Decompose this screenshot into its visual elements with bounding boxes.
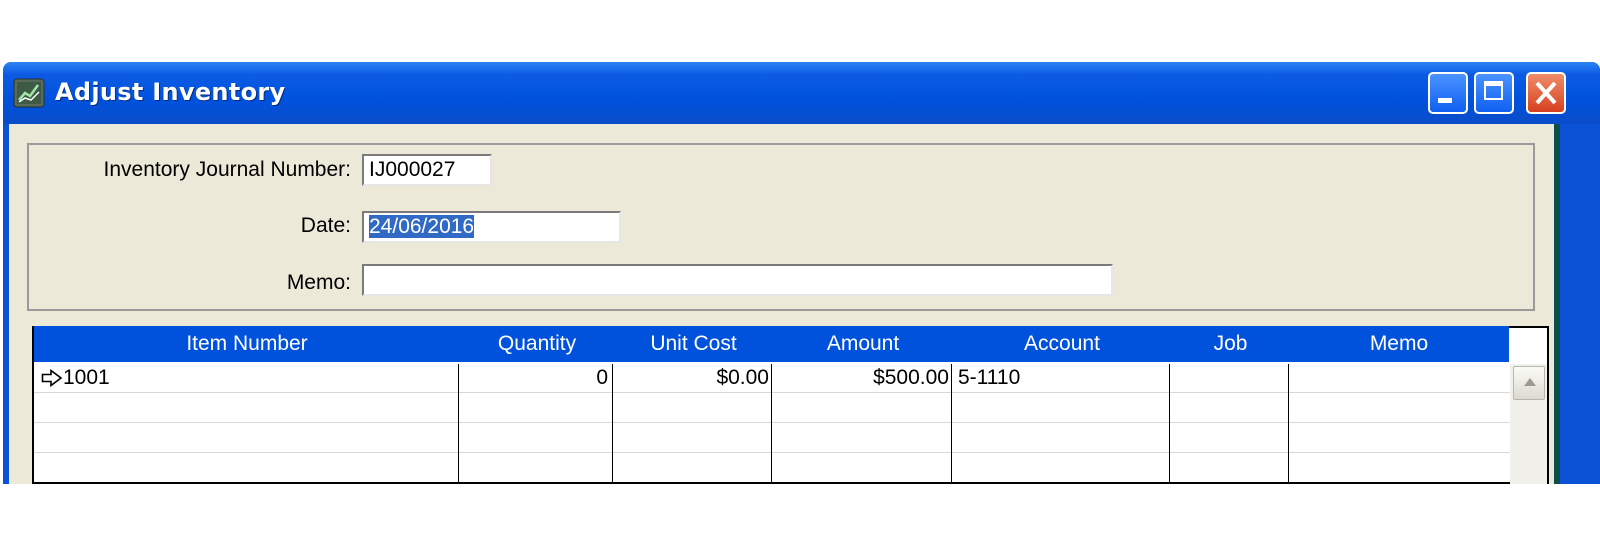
- unit-cost-cell[interactable]: $0.00: [614, 366, 769, 390]
- window-title: Adjust Inventory: [55, 78, 286, 106]
- column-divider: [458, 364, 459, 484]
- memo-label: Memo:: [286, 271, 351, 294]
- column-header-memo[interactable]: Memo: [1290, 332, 1508, 356]
- journal-number-label: Inventory Journal Number:: [103, 158, 351, 181]
- column-header-unit-cost[interactable]: Unit Cost: [614, 332, 773, 356]
- close-button[interactable]: [1526, 72, 1566, 114]
- column-header-item-number[interactable]: Item Number: [34, 332, 460, 356]
- date-value-selected: 24/06/2016: [369, 215, 475, 238]
- journal-number-field[interactable]: IJ000027: [362, 154, 492, 186]
- column-header-amount[interactable]: Amount: [773, 332, 953, 356]
- column-divider: [951, 364, 952, 484]
- adjust-inventory-window: Adjust Inventory Inventory Journal Numbe…: [3, 62, 1600, 484]
- account-cell[interactable]: 5-1110: [958, 366, 1020, 390]
- minimize-button[interactable]: [1428, 72, 1468, 114]
- item-number-cell[interactable]: 1001: [63, 366, 110, 390]
- scroll-up-button[interactable]: [1513, 366, 1545, 400]
- title-bar[interactable]: Adjust Inventory: [3, 62, 1600, 124]
- close-icon: [1535, 81, 1557, 105]
- window-edge: [1554, 124, 1560, 484]
- column-divider: [1288, 364, 1289, 484]
- quantity-cell[interactable]: 0: [460, 366, 608, 390]
- grid-header: Item Number Quantity Unit Cost Amount Ac…: [34, 326, 1509, 362]
- memo-field[interactable]: [362, 264, 1113, 296]
- column-divider: [1169, 364, 1170, 484]
- date-field[interactable]: 24/06/2016: [362, 211, 621, 243]
- column-header-job[interactable]: Job: [1171, 332, 1290, 356]
- column-header-quantity[interactable]: Quantity: [460, 332, 614, 356]
- arrow-right-icon: [41, 369, 63, 387]
- column-header-account[interactable]: Account: [953, 332, 1171, 356]
- column-divider: [612, 364, 613, 484]
- date-label: Date:: [300, 214, 351, 237]
- column-divider: [771, 364, 772, 484]
- chart-icon: [13, 78, 45, 108]
- maximize-button[interactable]: [1474, 72, 1514, 114]
- amount-cell[interactable]: $500.00: [773, 366, 949, 390]
